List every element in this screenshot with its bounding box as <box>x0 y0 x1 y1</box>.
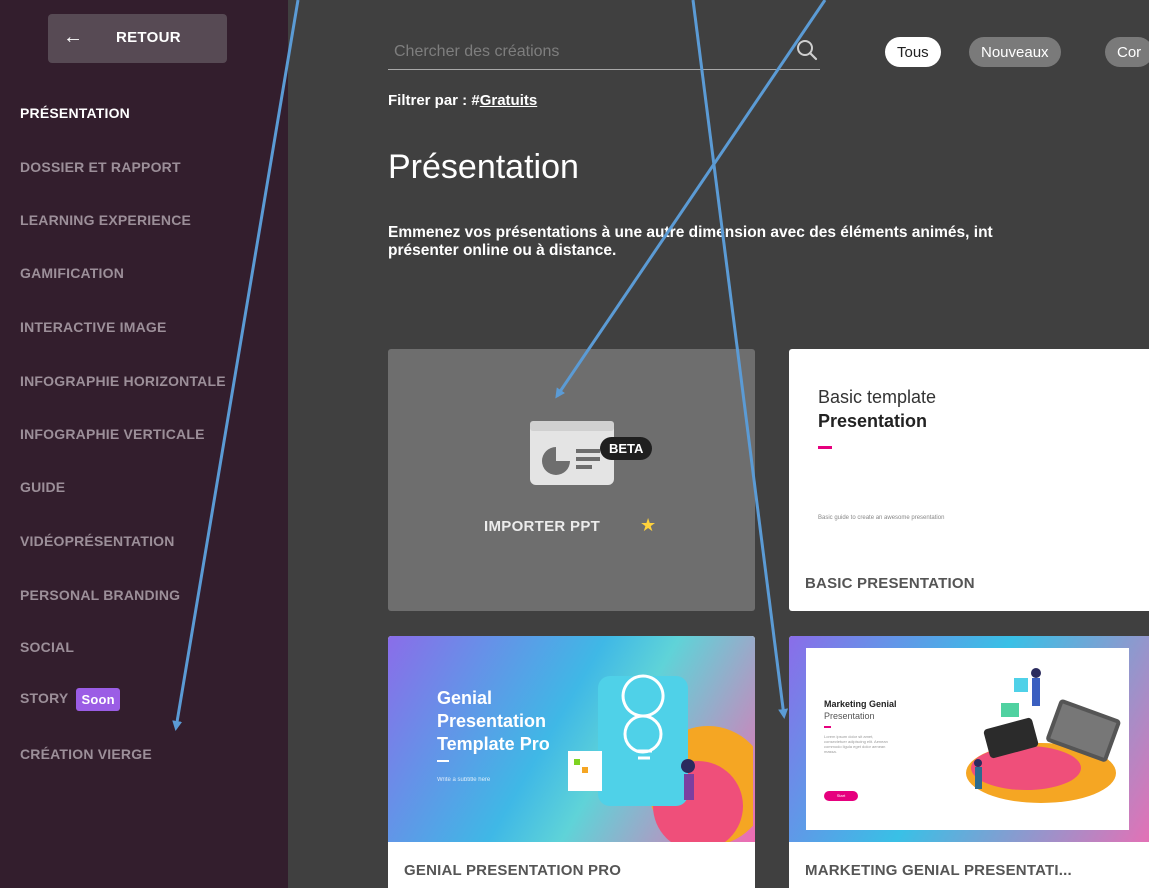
sidebar-item-social[interactable]: SOCIAL <box>20 639 74 655</box>
import-ppt-card[interactable]: BETA IMPORTER PPT ★ <box>388 349 755 611</box>
page-description-line-1: Emmenez vos présentations à une autre di… <box>388 224 993 241</box>
template-card-basic[interactable]: Basic template Presentation Basic guide … <box>789 349 1149 611</box>
back-button-label: RETOUR <box>116 29 181 46</box>
filter-tag-gratuits[interactable]: Gratuits <box>480 92 538 109</box>
basic-preview-subtitle: Presentation <box>818 411 928 431</box>
sidebar-item-guide[interactable]: GUIDE <box>20 479 65 495</box>
marketing-preview-slide: Marketing Genial Presentation Lorem ipsu… <box>806 648 1129 830</box>
star-icon: ★ <box>640 515 657 535</box>
filter-by: Filtrer par : #Gratuits <box>388 92 537 109</box>
genial-caption: GENIAL PRESENTATION PRO <box>404 862 622 879</box>
sidebar-item-videopresentation[interactable]: VIDÉOPRÉSENTATION <box>20 533 175 549</box>
sidebar-item-infographie-verticale[interactable]: INFOGRAPHIE VERTICALE <box>20 426 205 442</box>
app-frame: ← RETOUR PRÉSENTATION DOSSIER ET RAPPORT… <box>0 0 1149 888</box>
marketing-preview-title: Marketing Genial <box>824 699 897 709</box>
genial-title-line-2: Presentation <box>437 711 547 731</box>
accent-bar <box>818 446 832 449</box>
genial-preview-title: Genial Presentation Template Pro <box>437 687 550 756</box>
filter-by-prefix: Filtrer par : # <box>388 92 480 109</box>
soon-badge: Soon <box>76 688 120 711</box>
sidebar-item-infographie-horizontale[interactable]: INFOGRAPHIE HORIZONTALE <box>20 373 226 389</box>
template-card-marketing-genial[interactable]: Marketing Genial Presentation Lorem ipsu… <box>789 636 1149 888</box>
genial-preview: Genial Presentation Template Pro Write a… <box>388 636 755 842</box>
sidebar-item-gamification[interactable]: GAMIFICATION <box>20 265 124 281</box>
search-input[interactable] <box>394 39 774 65</box>
back-button[interactable]: ← RETOUR <box>48 14 227 63</box>
search-bar <box>388 36 820 70</box>
category-sidebar: ← RETOUR PRÉSENTATION DOSSIER ET RAPPORT… <box>0 0 288 888</box>
basic-preview-small: Basic guide to create an awesome present… <box>818 515 945 521</box>
genial-preview-subtitle: Write a subtitle here <box>437 777 491 783</box>
sidebar-item-story[interactable]: STORY Soon <box>20 688 120 711</box>
marketing-illustration <box>966 668 1121 803</box>
marketing-accent-bar <box>824 726 831 728</box>
sidebar-item-creation-vierge[interactable]: CRÉATION VIERGE <box>20 746 152 762</box>
template-card-genial-pro[interactable]: Genial Presentation Template Pro Write a… <box>388 636 755 888</box>
page-title: Présentation <box>388 148 579 186</box>
import-ppt-label: IMPORTER PPT <box>484 518 601 535</box>
basic-caption: BASIC PRESENTATION <box>805 575 975 592</box>
sidebar-item-personal-branding[interactable]: PERSONAL BRANDING <box>20 587 180 603</box>
page-description: Emmenez vos présentations à une autre di… <box>388 224 1149 260</box>
marketing-caption: MARKETING GENIAL PRESENTATI... <box>805 862 1072 879</box>
genial-accent-bar <box>437 760 449 762</box>
filter-chip-tous[interactable]: Tous <box>885 37 941 67</box>
sidebar-item-learning-experience[interactable]: LEARNING EXPERIENCE <box>20 212 191 228</box>
sidebar-item-dossier-et-rapport[interactable]: DOSSIER ET RAPPORT <box>20 159 181 175</box>
sidebar-item-story-label: STORY <box>20 690 69 707</box>
sidebar-item-presentation[interactable]: PRÉSENTATION <box>20 105 130 121</box>
filter-chip-cor[interactable]: Cor <box>1105 37 1149 67</box>
genial-illustration <box>568 674 753 842</box>
main-content: Tous Nouveaux Cor Filtrer par : #Gratuit… <box>288 0 1149 888</box>
marketing-preview-small: Lorem ipsum dolor sit amet, consectetuer… <box>824 734 888 754</box>
search-icon[interactable] <box>796 39 818 61</box>
sidebar-item-interactive-image[interactable]: INTERACTIVE IMAGE <box>20 319 167 335</box>
genial-title-line-3: Template Pro <box>437 734 550 754</box>
marketing-preview-subtitle: Presentation <box>824 711 875 721</box>
marketing-preview-button: Start <box>824 791 858 801</box>
basic-preview-title: Basic template <box>818 387 937 407</box>
arrow-left-icon: ← <box>63 26 83 48</box>
beta-badge: BETA <box>600 437 653 460</box>
filter-chip-nouveaux[interactable]: Nouveaux <box>969 37 1061 67</box>
marketing-preview: Marketing Genial Presentation Lorem ipsu… <box>789 636 1149 842</box>
genial-title-line-1: Genial <box>437 688 493 708</box>
page-description-line-2: présenter online ou à distance. <box>388 242 617 259</box>
